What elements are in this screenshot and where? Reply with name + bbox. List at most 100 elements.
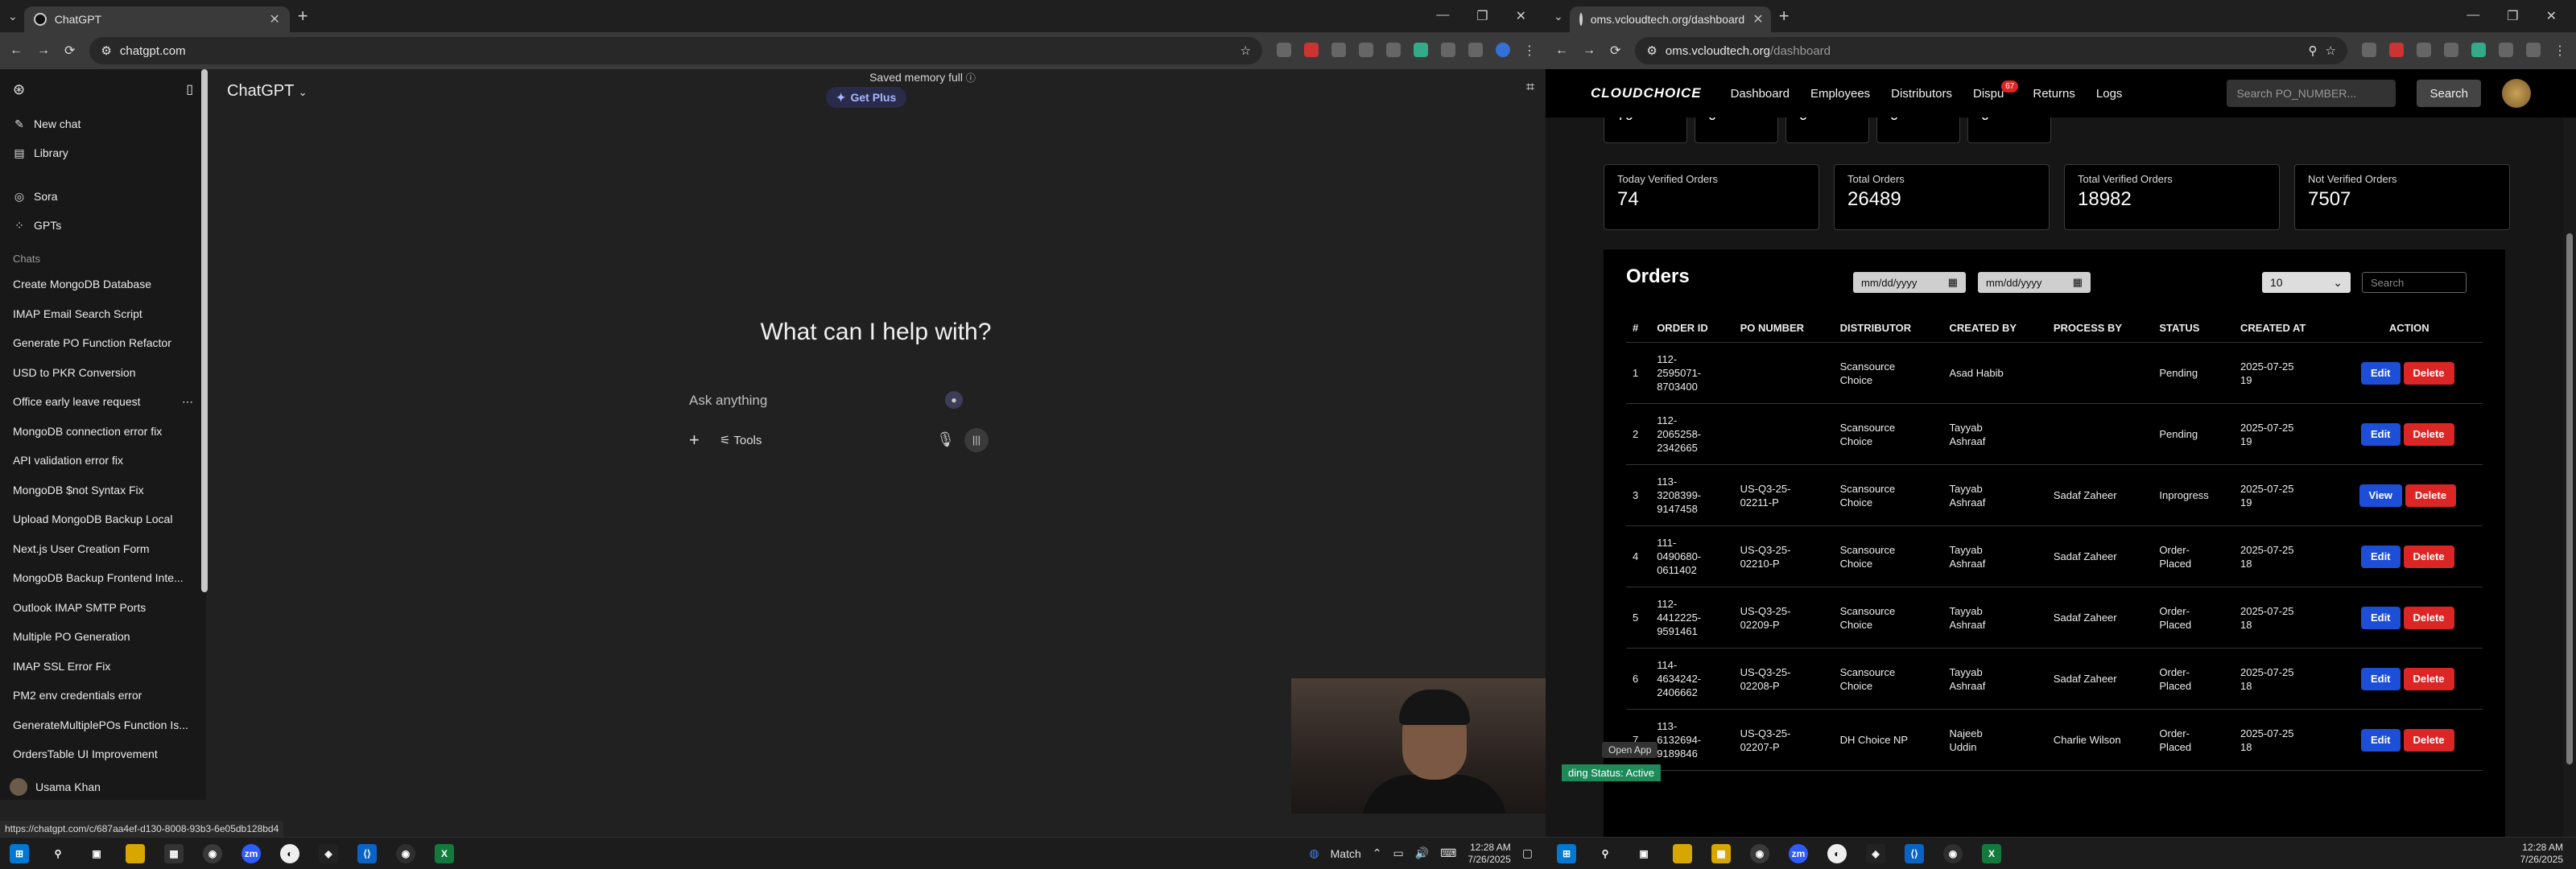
extension-icon[interactable] [1331,43,1346,57]
chrome-icon[interactable]: ◉ [396,843,415,863]
zoom-icon[interactable]: zm [242,843,261,863]
prompt-box[interactable]: Ask anything ● + ⚟ Tools 🎙 ||| [673,383,1084,470]
model-selector[interactable]: ChatGPT ⌄ [227,82,307,101]
clock[interactable]: 12:28 AM 7/26/2025 [2520,842,2563,866]
chat-history-item[interactable]: IMAP Email Search Script [0,299,206,329]
extension-icon[interactable] [2389,43,2404,57]
info-icon[interactable]: ⓘ [966,72,976,84]
extension-icon[interactable] [2444,43,2458,57]
new-tab-icon[interactable]: + [1779,6,1790,27]
excel-icon[interactable]: X [435,843,454,863]
extension-icon[interactable] [1441,43,1455,57]
voice-mode-icon[interactable]: ||| [964,428,989,452]
task-view-icon[interactable]: ▣ [1634,844,1653,863]
nav-disputes[interactable]: Dispu 67 [1973,80,2019,101]
search-icon[interactable]: ⚲ [48,844,68,863]
delete-button[interactable]: Delete [2403,361,2454,385]
window-close-icon[interactable]: ✕ [1516,8,1526,24]
app-icon[interactable]: ◈ [319,843,338,863]
avatar[interactable] [2502,79,2531,108]
view-button[interactable]: View [2359,484,2402,507]
page-size-select[interactable]: 10 ⌄ [2262,272,2351,293]
url-input[interactable]: ⚙ chatgpt.com ☆ [89,37,1262,64]
nav-logs[interactable]: Logs [2096,87,2123,101]
extension-icon[interactable] [1304,43,1319,57]
edit-button[interactable]: Edit [2360,545,2401,568]
sidebar-item-gpts[interactable]: ⁘ GPTs [0,211,206,240]
excel-icon[interactable]: X [1982,843,2001,863]
extension-icon[interactable] [1359,43,1373,57]
volume-icon[interactable]: 🔊 [1415,846,1429,860]
window-close-icon[interactable]: ✕ [2546,8,2557,24]
clock[interactable]: 12:28 AM 7/26/2025 [1468,842,1510,866]
chat-history-item[interactable]: MongoDB connection error fix [0,417,206,447]
delete-button[interactable]: Delete [2403,422,2454,446]
delete-button[interactable]: Delete [2403,728,2454,752]
chat-history-item[interactable]: USD to PKR Conversion [0,358,206,388]
more-options-icon[interactable]: ⋯ [182,395,193,409]
sidebar-item-sora[interactable]: ◎ Sora [0,182,206,211]
edit-button[interactable]: Edit [2360,606,2401,629]
extension-icon[interactable] [2471,43,2486,57]
tab-oms-dashboard[interactable]: oms.vcloudtech.org/dashboard ✕ [1569,6,1771,32]
maximize-icon[interactable]: ❐ [1476,8,1488,24]
vscode-icon[interactable]: ⟨⟩ [357,843,377,863]
delete-button[interactable]: Delete [2403,667,2454,690]
chat-history-item[interactable]: API validation error fix [0,446,206,476]
zoom-search-icon[interactable]: ⚲ [2309,43,2318,58]
forward-icon[interactable]: → [1583,43,1596,58]
extension-icon[interactable] [2362,43,2376,57]
openai-logo-icon[interactable]: ⊛ [13,81,25,98]
chrome-icon[interactable]: ◉ [1943,843,1963,863]
zoom-icon[interactable]: zm [1789,843,1808,863]
match-label[interactable]: Match [1331,847,1361,860]
puzzle-icon[interactable] [1468,43,1483,57]
chrome-icon[interactable]: ◉ [203,843,222,863]
nav-returns[interactable]: Returns [2033,87,2075,101]
nav-distributors[interactable]: Distributors [1891,87,1952,101]
windows-start-icon[interactable]: ⊞ [10,843,29,863]
bot-icon[interactable]: ● [945,391,963,409]
tab-chatgpt[interactable]: ChatGPT ✕ [23,6,290,32]
tab-list-chevron-icon[interactable]: ⌄ [8,10,18,23]
chat-history-item[interactable]: GenerateMultiplePOs Function Is... [0,710,206,740]
chat-history-item[interactable]: Outlook IMAP SMTP Ports [0,593,206,623]
chat-history-item[interactable]: Office early leave request ⋯ [0,387,206,417]
weather-icon[interactable]: ◍ [1309,846,1319,860]
file-explorer-icon[interactable] [126,843,145,863]
delete-button[interactable]: Delete [2403,606,2454,629]
page-scrollbar[interactable] [2566,233,2573,764]
open-app-button[interactable]: Open App [1602,742,1658,758]
chat-history-item[interactable]: IMAP SSL Error Fix [0,652,206,682]
sidebar-item-library[interactable]: ▤ Library [0,138,206,167]
minimize-icon[interactable]: — [2467,8,2479,24]
puzzle-icon[interactable] [2499,43,2513,57]
po-search-input[interactable]: Search PO_NUMBER... [2227,80,2396,107]
windows-start-icon[interactable]: ⊞ [1557,843,1576,863]
temporary-chat-icon[interactable]: ⌗ [1526,79,1534,96]
forward-icon[interactable]: → [37,43,50,58]
chat-history-item[interactable]: PM2 env credentials error [0,681,206,710]
tab-close-icon[interactable]: ✕ [269,11,279,27]
prompt-input[interactable]: Ask anything [689,393,767,409]
menu-dots-icon[interactable]: ⋮ [2553,43,2566,59]
bookmark-star-icon[interactable]: ☆ [2326,43,2336,58]
get-plus-button[interactable]: ✦ Get Plus [826,87,906,108]
minimize-icon[interactable]: — [1436,8,1449,24]
back-icon[interactable]: ← [10,43,23,58]
delete-button[interactable]: Delete [2405,484,2456,507]
back-icon[interactable]: ← [1555,43,1568,58]
search-icon[interactable]: ⚲ [1596,844,1615,863]
task-view-icon[interactable]: ▣ [87,844,106,863]
end-date-input[interactable]: mm/dd/yyyy ▦ [1978,272,2091,293]
chat-history-item[interactable]: OrdersTable UI Improvement [0,739,206,769]
extension-icon[interactable] [1386,43,1401,57]
edit-button[interactable]: Edit [2360,667,2401,690]
language-icon[interactable]: ⌨ [1440,846,1456,860]
chat-history-item[interactable]: Upload MongoDB Backup Local [0,505,206,534]
url-input[interactable]: ⚙ oms.vcloudtech.org/dashboard ⚲ ☆ [1635,37,2347,64]
add-attachment-icon[interactable]: + [689,430,700,451]
store-icon[interactable]: ▦ [164,843,184,863]
chat-history-item[interactable]: Next.js User Creation Form [0,534,206,564]
bookmark-star-icon[interactable]: ☆ [1241,43,1251,58]
